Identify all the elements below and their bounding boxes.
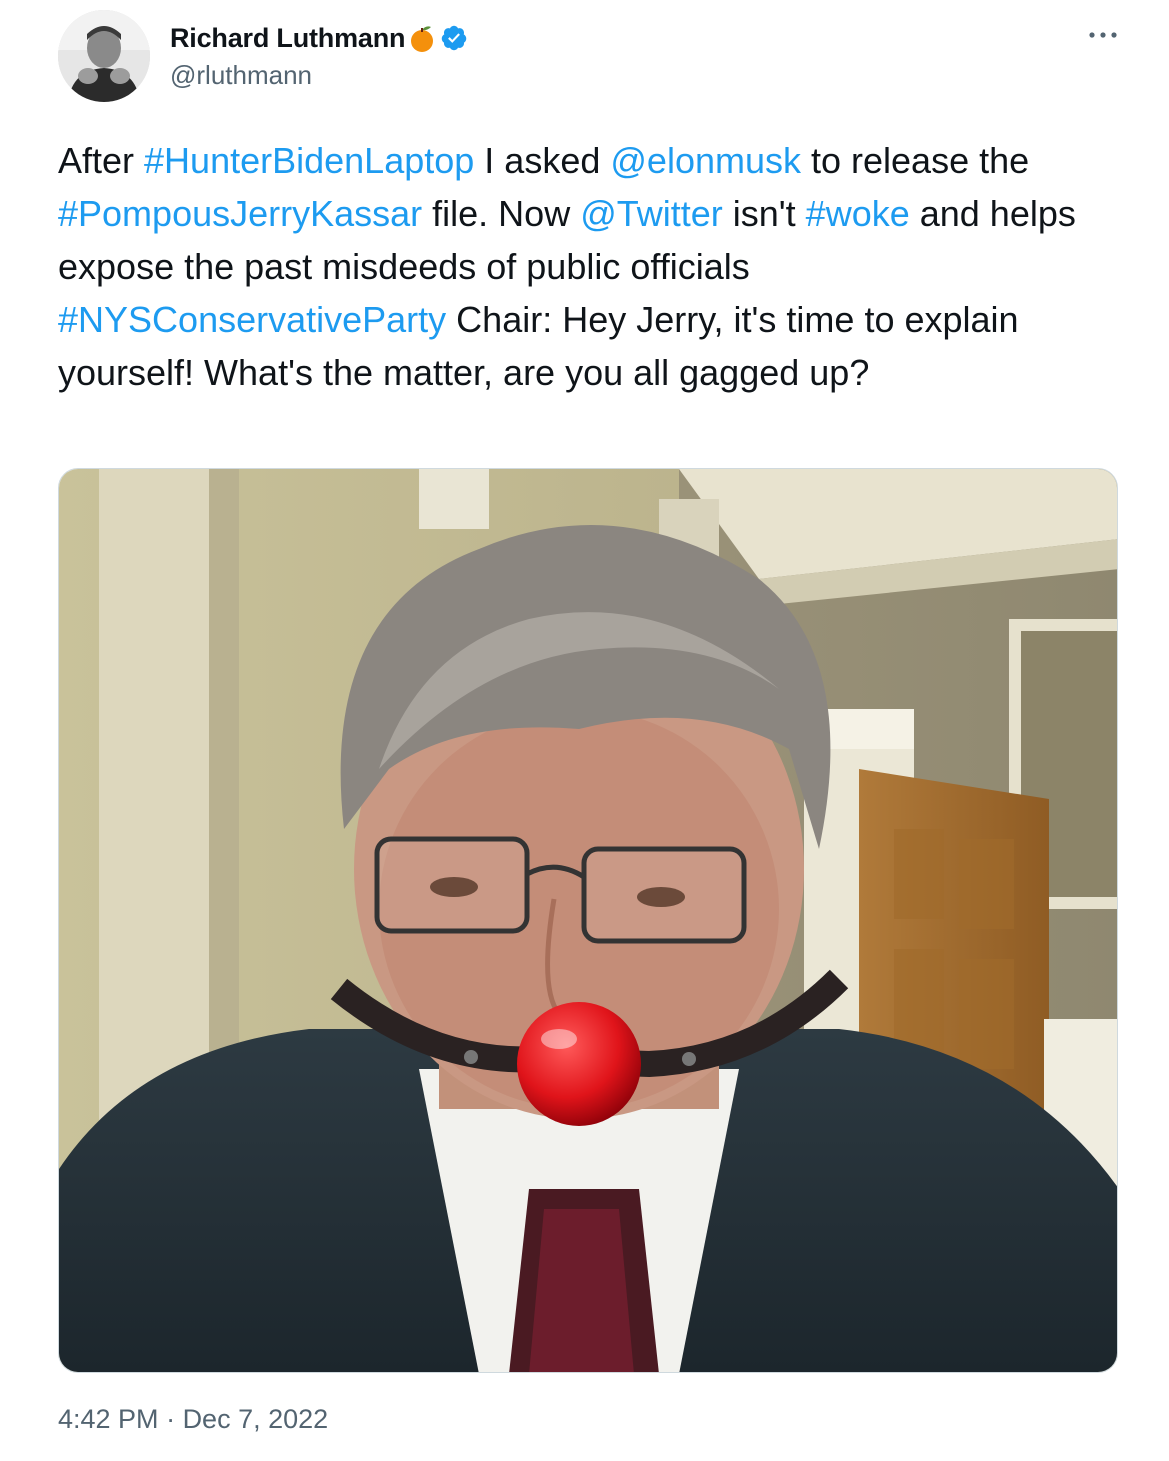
tweet-photo[interactable]: [58, 468, 1118, 1373]
tweet-text: After #HunterBidenLaptop I asked @elonmu…: [58, 134, 1138, 399]
tweet-date-link[interactable]: Dec 7, 2022: [183, 1404, 329, 1434]
author-block: Richard Luthmann @rluthmann: [170, 18, 468, 91]
tweet-text-segment: I asked: [474, 140, 611, 181]
tweet-text-segment: After: [58, 140, 145, 181]
tweet-card: Richard Luthmann @rluthmann After #Hunte…: [0, 0, 1169, 1461]
hashtag-link-hunterbidenlaptop[interactable]: #HunterBidenLaptop: [144, 140, 474, 181]
hashtag-link-woke[interactable]: #woke: [806, 193, 910, 234]
tweet-text-segment: file. Now: [422, 193, 581, 234]
mention-link-twitter[interactable]: @Twitter: [580, 193, 723, 234]
tweet-text-segment: to release the: [801, 140, 1030, 181]
more-options-button[interactable]: [1085, 20, 1121, 50]
name-row: Richard Luthmann: [170, 18, 468, 58]
display-name[interactable]: Richard Luthmann: [170, 23, 406, 54]
tweet-text-segment: isn't: [722, 193, 806, 234]
orange-emoji-icon: [409, 23, 435, 53]
timestamp-separator: ·: [158, 1404, 183, 1434]
tweet-time-link[interactable]: 4:42 PM: [58, 1404, 159, 1434]
ellipsis-icon: [1089, 32, 1117, 38]
profile-photo-icon: [58, 10, 150, 102]
hashtag-link-nysconservativeparty[interactable]: #NYSConservativeParty: [58, 299, 446, 340]
verified-badge-icon: [440, 24, 468, 52]
user-handle[interactable]: @rluthmann: [170, 60, 468, 91]
photo-image: [59, 469, 1117, 1372]
mention-link-elonmusk[interactable]: @elonmusk: [610, 140, 801, 181]
hashtag-link-pompousjerrykassar[interactable]: #PompousJerryKassar: [58, 193, 422, 234]
avatar[interactable]: [58, 10, 150, 102]
tweet-timestamp: 4:42 PM · Dec 7, 2022: [58, 1404, 328, 1435]
